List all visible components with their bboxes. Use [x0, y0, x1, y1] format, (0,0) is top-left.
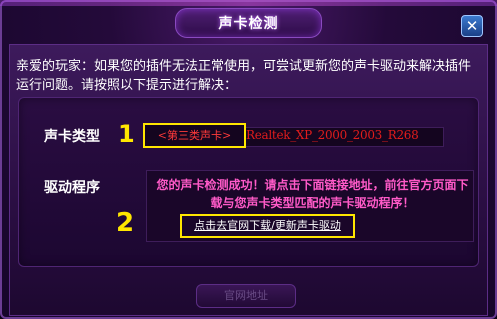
sound-card-type-value: <第三类声卡>: [143, 123, 246, 148]
close-button[interactable]: ✕: [461, 15, 483, 37]
annotation-marker-2: 2: [116, 208, 135, 238]
driver-name-value: Realtek_XP_2000_2003_R268: [246, 128, 419, 142]
close-icon: ✕: [465, 17, 479, 35]
dialog-title: 声卡检测: [218, 16, 279, 32]
frame-glow: [0, 0, 497, 6]
annotation-marker-1: 1: [118, 120, 135, 148]
driver-label: 驱动程序: [44, 180, 100, 196]
driver-download-link[interactable]: 点击去官网下载/更新声卡驱动: [180, 214, 355, 238]
sound-card-type-label: 声卡类型: [44, 129, 100, 145]
intro-text: 亲爱的玩家：如果您的插件无法正常使用，可尝试更新您的声卡驱动来解决插件运行问题。…: [16, 59, 472, 93]
faded-footer-button[interactable]: 官网地址: [196, 284, 296, 308]
driver-message: 您的声卡检测成功！请点击下面链接地址，前往官方页面下载与您声卡类型匹配的声卡驱动…: [156, 178, 469, 210]
